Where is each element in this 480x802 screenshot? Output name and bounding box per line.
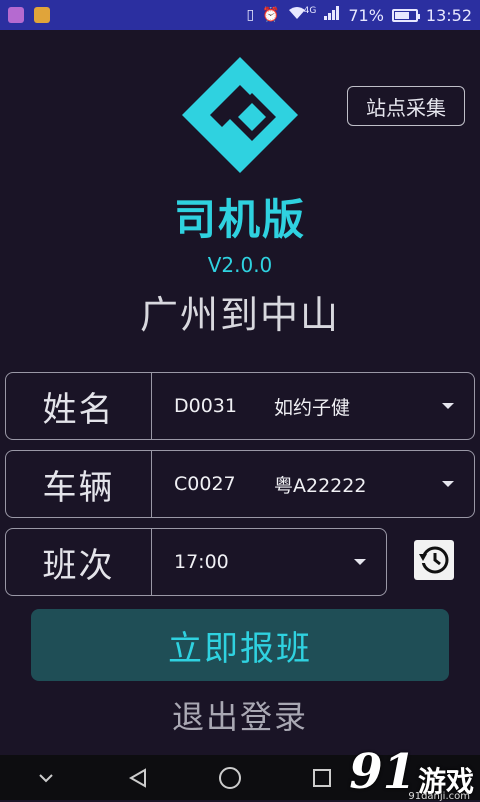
driver-name-select[interactable]: D0031 如约子健 [152, 373, 474, 439]
home-icon [219, 766, 241, 789]
chevron-down-icon [442, 403, 454, 409]
chevron-down-icon [354, 559, 366, 565]
battery-icon [391, 8, 420, 22]
nav-home-button[interactable] [210, 758, 250, 798]
history-icon [419, 546, 449, 574]
driver-code: D0031 [174, 395, 237, 417]
battery-level [394, 11, 410, 19]
signal-icon [324, 6, 340, 24]
back-icon [128, 767, 146, 788]
route-title: 广州到中山 [139, 293, 340, 337]
driver-name-label: 姓名 [6, 373, 152, 439]
vehicle-code: C0027 [174, 473, 236, 495]
driver-name-row: 姓名 D0031 如约子健 [5, 372, 475, 440]
vibrate-icon: ▯ [246, 7, 255, 23]
nav-recents-button[interactable] [302, 758, 342, 798]
recents-icon [313, 768, 331, 787]
gallery-notification-icon [8, 7, 24, 23]
shift-row: 班次 17:00 [5, 528, 387, 596]
notification-area [8, 7, 50, 23]
alarm-icon: ⏰ [262, 7, 280, 23]
app-notification-icon [34, 7, 50, 23]
app-version: V2.0.0 [207, 253, 273, 277]
system-status: ▯ ⏰ 4G 71% 13:52 [246, 6, 472, 25]
chevron-down-icon [442, 481, 454, 487]
report-shift-button[interactable]: 立即报班 [31, 609, 449, 681]
vehicle-select[interactable]: C0027 粤A22222 [152, 451, 474, 517]
battery-percent: 71% [348, 5, 384, 25]
shift-value: 17:00 [174, 551, 229, 573]
station-collect-button[interactable]: 站点采集 [347, 86, 465, 126]
network-type-label: 4G [303, 6, 317, 16]
site-watermark: 91 游戏 91danji.com [349, 744, 474, 802]
nav-collapse-button[interactable] [26, 758, 66, 798]
driver-name-value: 如约子健 [274, 396, 351, 419]
shift-select[interactable]: 17:00 [152, 529, 386, 595]
clock: 13:52 [425, 5, 472, 25]
watermark-domain: 91danji.com [408, 791, 470, 802]
vehicle-plate: 粤A22222 [274, 474, 367, 497]
watermark-number: 91 [349, 744, 416, 800]
chevron-down-icon [39, 773, 53, 782]
app-logo-icon [182, 57, 298, 173]
shift-label: 班次 [6, 529, 152, 595]
nav-back-button[interactable] [118, 758, 158, 798]
app-title: 司机版 [173, 195, 306, 244]
vehicle-row: 车辆 C0027 粤A22222 [5, 450, 475, 518]
status-bar: ▯ ⏰ 4G 71% 13:52 [0, 0, 480, 30]
history-button[interactable] [414, 540, 454, 580]
logout-button[interactable]: 退出登录 [0, 692, 480, 738]
vehicle-label: 车辆 [6, 451, 152, 517]
